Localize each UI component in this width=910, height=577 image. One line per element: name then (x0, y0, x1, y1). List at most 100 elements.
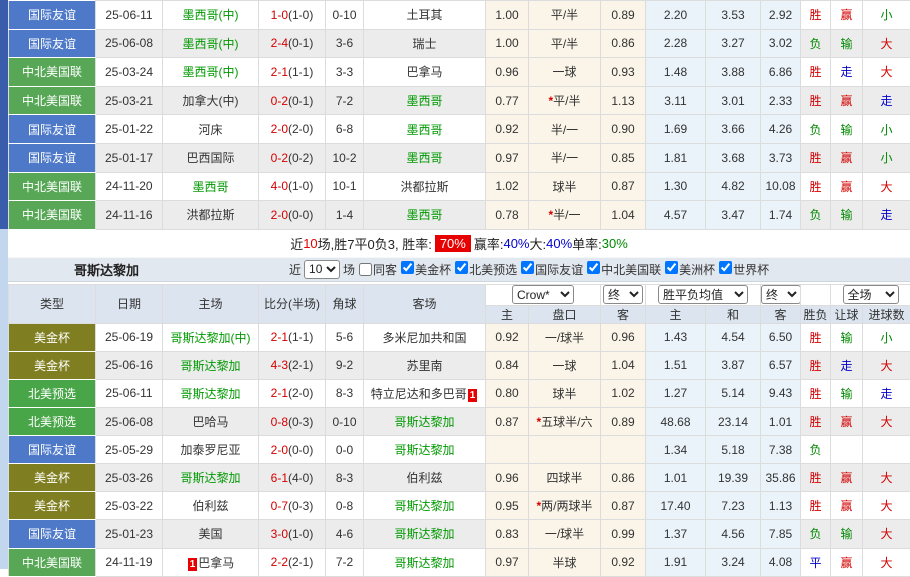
odds-provider-select[interactable]: Crow* (512, 285, 574, 304)
team-name: 哥斯达黎加 (394, 443, 454, 457)
date-cell: 25-06-19 (96, 323, 163, 351)
halftime-score: (0-3) (288, 499, 313, 513)
score-cell: 2-4(0-1) (259, 29, 326, 58)
corner-cell: 9-2 (326, 351, 364, 379)
corner-cell: 8-3 (326, 379, 364, 407)
home-team-cell: 哥斯达黎加 (163, 351, 259, 379)
away-team-cell: 土耳其 (364, 1, 486, 30)
handicap-line-cell: 平/半 (529, 1, 601, 30)
home-team-cell: 洪都拉斯 (163, 201, 259, 230)
team-name: 墨西哥(中) (183, 8, 239, 22)
asian-final-select[interactable]: 终 (603, 285, 643, 304)
result-wdl-cell: 胜 (801, 172, 831, 201)
team-name: 美国 (198, 527, 222, 541)
team-name: 洪都拉斯 (186, 208, 234, 222)
competition-type-cell: 国际友谊 (9, 1, 96, 30)
corner-cell: 0-8 (326, 492, 364, 520)
euro-final-select[interactable]: 终 (761, 285, 801, 304)
same-away-checkbox[interactable] (359, 263, 372, 276)
filter-checkbox-美洲杯[interactable] (665, 261, 678, 274)
match-row: 北美预选25-06-11哥斯达黎加2-1(2-0)8-3特立尼达和多巴哥10.8… (9, 379, 910, 407)
result-wdl-cell: 负 (801, 115, 831, 144)
match-row: 美金杯25-06-16哥斯达黎加4-3(2-1)9-2苏里南0.84一球1.04… (9, 351, 910, 379)
away-team-cell: 瑞士 (364, 29, 486, 58)
asian-away-odds: 1.13 (601, 86, 646, 115)
filter-label: 北美预选 (469, 263, 517, 277)
competition-type-cell: 美金杯 (9, 323, 96, 351)
corner-cell: 0-10 (326, 408, 364, 436)
fulltime-score: 2-0 (271, 443, 288, 457)
score-cell: 2-0(0-0) (259, 201, 326, 230)
halftime-score: (0-3) (288, 415, 313, 429)
col-header-away: 客场 (364, 284, 486, 323)
euro-home-odds: 2.28 (646, 29, 706, 58)
match-row: 中北美国联25-03-21加拿大(中)0-2(0-1)7-2墨西哥0.77*平/… (9, 86, 910, 115)
star-marker: * (536, 499, 541, 513)
wdl-average-select[interactable]: 胜平负均值 (658, 285, 748, 304)
euro-away-odds: 3.02 (761, 29, 801, 58)
euro-draw-odds: 4.56 (706, 520, 761, 548)
team-name: 伯利兹 (192, 499, 228, 513)
home-team-cell: 墨西哥 (163, 172, 259, 201)
halftime-score: (2-0) (288, 122, 313, 136)
match-row: 中北美国联24-11-16洪都拉斯2-0(0-0)1-4墨西哥0.78*半/一1… (9, 201, 910, 230)
team-name: 加泰罗尼亚 (180, 443, 240, 457)
scope-select[interactable]: 全场 (843, 285, 899, 304)
halftime-score: (2-1) (288, 358, 313, 372)
euro-home-odds: 1.37 (646, 520, 706, 548)
filter-checkbox-北美预选[interactable] (455, 261, 468, 274)
score-cell: 2-0(0-0) (259, 436, 326, 464)
filter-checkbox-美金杯[interactable] (401, 261, 414, 274)
home-team-cell: 哥斯达黎加(中) (163, 323, 259, 351)
date-cell: 25-06-11 (96, 1, 163, 30)
score-cell: 6-1(4-0) (259, 464, 326, 492)
costa-rica-section-header: 哥斯达黎加 近 10 场 同客 美金杯北美预选国际友谊中北美国联美洲杯世界杯 (8, 257, 910, 282)
score-cell: 0-7(0-3) (259, 492, 326, 520)
match-row: 中北美国联24-11-191巴拿马2-2(2-1)7-2哥斯达黎加0.97半球0… (9, 548, 910, 576)
summary-segment: 场,胜7平0负3, 胜率: (318, 234, 432, 253)
euro-away-odds: 7.85 (761, 520, 801, 548)
fulltime-score: 3-0 (271, 527, 288, 541)
team-name: 哥斯达黎加 (394, 499, 454, 513)
euro-away-odds: 10.08 (761, 172, 801, 201)
fulltime-score: 2-2 (271, 555, 288, 569)
euro-away-odds: 1.13 (761, 492, 801, 520)
home-team-cell: 河床 (163, 115, 259, 144)
team-name: 河床 (198, 123, 222, 137)
summary-segment: 40% (546, 236, 572, 251)
section-title: 哥斯达黎加 (74, 260, 139, 279)
asian-away-odds: 0.96 (601, 323, 646, 351)
result-wdl-cell: 胜 (801, 143, 831, 172)
summary-segment: 近 (290, 234, 303, 253)
filter-checkbox-世界杯[interactable] (719, 261, 732, 274)
fulltime-score: 4-0 (271, 179, 288, 193)
handicap-line-cell: 一/球半 (529, 520, 601, 548)
euro-draw-odds: 3.88 (706, 58, 761, 87)
asian-away-odds: 0.92 (601, 548, 646, 576)
fulltime-score: 2-0 (271, 122, 288, 136)
asian-away-odds: 0.89 (601, 408, 646, 436)
team-name: 墨西哥(中) (183, 65, 239, 79)
result-goals-cell: 大 (863, 172, 910, 201)
competition-type-cell: 北美预选 (9, 408, 96, 436)
fulltime-score: 2-1 (271, 330, 288, 344)
match-row: 北美预选25-06-08巴哈马0-8(0-3)0-10哥斯达黎加0.87*五球半… (9, 408, 910, 436)
home-team-cell: 美国 (163, 520, 259, 548)
halftime-score: (0-2) (288, 151, 313, 165)
euro-away-odds: 6.57 (761, 351, 801, 379)
filter-checkbox-国际友谊[interactable] (521, 261, 534, 274)
filter-checkbox-中北美国联[interactable] (587, 261, 600, 274)
team-name: 哥斯达黎加(中) (171, 331, 251, 345)
result-handicap-cell: 赢 (831, 548, 863, 576)
left-edge-strip-bottom (0, 229, 8, 569)
competition-type-cell: 国际友谊 (9, 143, 96, 172)
match-range-select[interactable]: 10 (304, 260, 340, 279)
away-team-cell: 洪都拉斯 (364, 172, 486, 201)
score-cell: 4-0(1-0) (259, 172, 326, 201)
result-wdl-cell: 负 (801, 520, 831, 548)
halftime-score: (1-1) (288, 330, 313, 344)
halftime-score: (0-1) (288, 36, 313, 50)
result-handicap-cell: 赢 (831, 408, 863, 436)
euro-home-odds: 1.01 (646, 464, 706, 492)
result-goals-cell: 小 (863, 1, 910, 30)
